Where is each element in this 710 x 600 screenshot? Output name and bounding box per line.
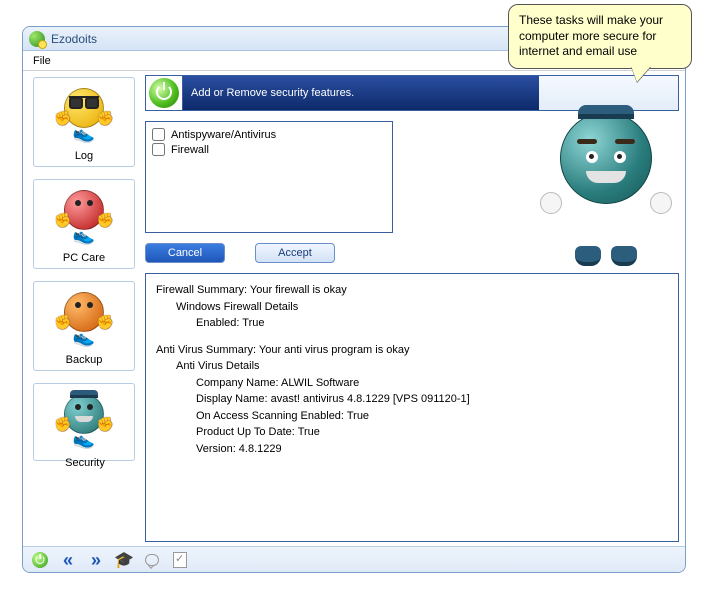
chat-button[interactable]	[141, 550, 163, 570]
checkbox-firewall[interactable]	[152, 143, 165, 156]
banner-text: Add or Remove security features.	[182, 76, 539, 110]
clipboard-icon	[173, 552, 187, 568]
back-button[interactable]: «	[57, 550, 79, 570]
firewall-details-header: Windows Firewall Details	[156, 299, 668, 316]
avatar-backup: ✊✊ 👟	[56, 292, 112, 348]
feature-checklist: Antispyware/Antivirus Firewall	[145, 121, 393, 233]
avatar-pc-care: ✊✊ 👟	[56, 190, 112, 246]
power-button[interactable]	[29, 550, 51, 570]
checkbox-antispyware[interactable]	[152, 128, 165, 141]
assistant-speech-bubble: These tasks will make your computer more…	[508, 4, 692, 69]
bottom-toolbar: « » 🎓	[23, 546, 685, 572]
check-firewall[interactable]: Firewall	[152, 143, 386, 156]
check-antispyware[interactable]: Antispyware/Antivirus	[152, 128, 386, 141]
av-company: Company Name: ALWIL Software	[156, 375, 668, 392]
sidebar-item-backup[interactable]: ✊✊ 👟 Backup	[33, 281, 135, 371]
forward-button[interactable]: »	[85, 550, 107, 570]
power-icon	[149, 78, 179, 108]
cancel-button[interactable]: Cancel	[145, 243, 225, 263]
sidebar-item-label: PC Care	[36, 252, 132, 264]
sidebar-item-label: Backup	[36, 354, 132, 366]
summary-panel: Firewall Summary: Your firewall is okay …	[145, 273, 679, 542]
graduate-icon: 🎓	[114, 550, 134, 570]
av-version: Version: 4.8.1229	[156, 441, 668, 458]
av-summary-line: Anti Virus Summary: Your anti virus prog…	[156, 342, 668, 359]
sidebar: ✊✊ 👟 Log ✊✊ 👟 PC Care ✊✊	[23, 71, 143, 546]
speech-text: These tasks will make your computer more…	[519, 13, 663, 58]
av-display: Display Name: avast! antivirus 4.8.1229 …	[156, 391, 668, 408]
sidebar-item-label: Security	[33, 457, 137, 469]
check-label: Firewall	[171, 144, 209, 156]
accept-button[interactable]: Accept	[255, 243, 335, 263]
sidebar-item-pc-care[interactable]: ✊✊ 👟 PC Care	[33, 179, 135, 269]
help-button[interactable]: 🎓	[113, 550, 135, 570]
power-icon	[32, 552, 48, 568]
firewall-enabled: Enabled: True	[156, 315, 668, 332]
app-icon	[29, 31, 45, 47]
av-details-header: Anti Virus Details	[156, 358, 668, 375]
sidebar-item-label: Log	[36, 150, 132, 162]
back-icon: «	[63, 551, 73, 569]
firewall-summary-line: Firewall Summary: Your firewall is okay	[156, 282, 668, 299]
avatar-log: ✊✊ 👟	[56, 88, 112, 144]
assistant-character[interactable]	[536, 112, 676, 272]
sidebar-item-log[interactable]: ✊✊ 👟 Log	[33, 77, 135, 167]
speech-bubble-icon	[145, 554, 159, 566]
avatar-security: ✊✊ 👟	[56, 394, 112, 450]
forward-icon: »	[91, 551, 101, 569]
sidebar-item-security[interactable]: ✊✊ 👟	[33, 383, 135, 461]
window-title: Ezodoits	[51, 32, 97, 46]
av-uptodate: Product Up To Date: True	[156, 424, 668, 441]
av-scan: On Access Scanning Enabled: True	[156, 408, 668, 425]
tasks-button[interactable]	[169, 550, 191, 570]
menu-file[interactable]: File	[33, 55, 51, 67]
check-label: Antispyware/Antivirus	[171, 129, 276, 141]
